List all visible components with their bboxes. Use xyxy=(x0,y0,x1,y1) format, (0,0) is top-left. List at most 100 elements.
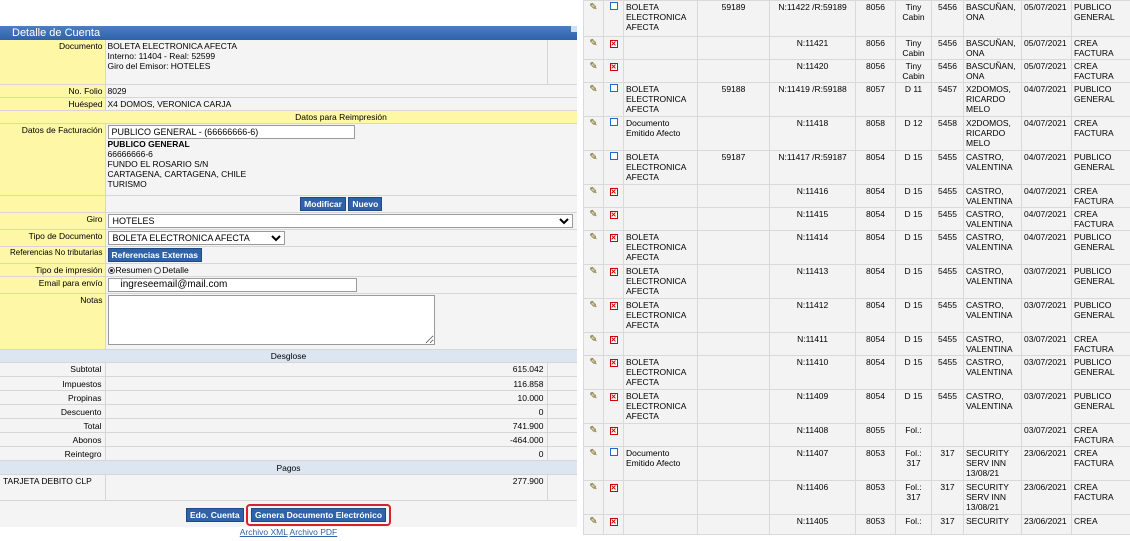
pencil-icon[interactable]: ✎ xyxy=(589,448,597,459)
pencil-icon[interactable]: ✎ xyxy=(589,209,597,220)
grid-row[interactable]: ✎ ✕ BOLETA ELECTRONICA AFECTA N:11410 8054 D … xyxy=(583,355,1130,390)
ref-cell: N:11415 xyxy=(769,207,856,231)
cancelled-x-icon[interactable]: ✕ xyxy=(609,268,618,276)
pencil-icon[interactable]: ✎ xyxy=(589,186,597,197)
grid-row[interactable]: ✎ ✕ N:11411 8054 D 15 5455 CASTRO, VALENTINA 03… xyxy=(583,332,1130,356)
grid-row[interactable]: ✎ BOLETA ELECTRONICA AFECTA 59187 N:11417 /… xyxy=(583,150,1130,185)
giro-select[interactable]: HOTELES xyxy=(107,213,573,228)
pencil-icon[interactable]: ✎ xyxy=(589,425,597,436)
archivo-xml-link[interactable]: Archivo XML xyxy=(240,527,288,537)
edit-cell: ✎ xyxy=(583,36,604,60)
pencil-icon[interactable]: ✎ xyxy=(589,357,597,368)
pagos-amount: 277.900 xyxy=(104,474,547,501)
ref-cell: N:11410 xyxy=(769,355,856,390)
action-type-cell: CREA FACTURA xyxy=(1071,59,1130,83)
checkbox-square-icon[interactable] xyxy=(609,152,618,160)
grid-row[interactable]: ✎ ✕ N:11420 8056 Tiny Cabin 5456 BASCUÑAN, ONA… xyxy=(583,59,1130,83)
code-cell: 5456 xyxy=(931,59,964,83)
grid-row[interactable]: ✎ BOLETA ELECTRONICA AFECTA 59189 N:11422 /… xyxy=(583,0,1130,37)
grid-row[interactable]: ✎ Documento Emitido Afecto N:11418 8058 D 12… xyxy=(583,116,1130,151)
cancelled-x-icon[interactable]: ✕ xyxy=(609,234,618,242)
pencil-icon[interactable]: ✎ xyxy=(589,38,597,49)
email-label: Email para envío xyxy=(0,276,105,294)
pencil-icon[interactable]: ✎ xyxy=(589,334,597,345)
pencil-icon[interactable]: ✎ xyxy=(589,118,597,129)
pencil-icon[interactable]: ✎ xyxy=(589,84,597,95)
cancelled-x-icon[interactable]: ✕ xyxy=(609,427,618,435)
pencil-icon[interactable]: ✎ xyxy=(589,61,597,72)
grid-row[interactable]: ✎ Documento Emitido Afecto N:11407 8053 Fol.… xyxy=(583,446,1130,481)
doc-type-cell: Documento Emitido Afecto xyxy=(623,446,698,481)
action-type-cell: CREA FACTURA xyxy=(1071,423,1130,447)
referencias-label: Referencias No tributarias xyxy=(0,246,105,264)
cancelled-x-icon[interactable]: ✕ xyxy=(609,63,618,71)
grid-row[interactable]: ✎ ✕ BOLETA ELECTRONICA AFECTA N:11414 8054 D … xyxy=(583,230,1130,265)
detalle-radio[interactable] xyxy=(154,266,162,274)
cancelled-x-icon[interactable]: ✕ xyxy=(609,40,618,48)
cancelled-x-icon[interactable]: ✕ xyxy=(609,393,618,401)
pencil-icon[interactable]: ✎ xyxy=(589,232,597,243)
cancelled-x-icon[interactable]: ✕ xyxy=(609,359,618,367)
num-cell: 8054 xyxy=(855,389,896,424)
checkbox-square-icon[interactable] xyxy=(609,84,618,92)
pencil-icon[interactable]: ✎ xyxy=(589,2,597,13)
huesped-value: X4 DOMOS, VERONICA CARJA xyxy=(104,97,577,111)
grid-row[interactable]: ✎ ✕ N:11405 8053 Fol.: 317 SECURITY 23/06/2021 C… xyxy=(583,514,1130,535)
archivo-pdf-link[interactable]: Archivo PDF xyxy=(290,527,338,537)
num-cell: 8058 xyxy=(855,116,896,151)
pencil-icon[interactable]: ✎ xyxy=(589,152,597,163)
edit-cell: ✎ xyxy=(583,298,604,333)
guest-cell: CASTRO, VALENTINA xyxy=(963,355,1022,390)
grid-row[interactable]: ✎ BOLETA ELECTRONICA AFECTA 59188 N:11419 /… xyxy=(583,82,1130,117)
cancelled-x-icon[interactable]: ✕ xyxy=(609,302,618,310)
nuevo-button[interactable]: Nuevo xyxy=(348,196,383,211)
tipo-doc-select[interactable]: BOLETA ELECTRONICA AFECTA xyxy=(107,230,285,245)
checkbox-square-icon[interactable] xyxy=(609,2,618,10)
grid-row[interactable]: ✎ ✕ N:11421 8056 Tiny Cabin 5456 BASCUÑAN, ONA… xyxy=(583,36,1130,60)
cancelled-x-icon[interactable]: ✕ xyxy=(609,518,618,526)
status-cell xyxy=(603,150,624,185)
room-cell: Fol.: xyxy=(895,514,932,535)
date-cell: 04/07/2021 xyxy=(1021,82,1072,117)
room-cell: D 15 xyxy=(895,389,932,424)
grid-row[interactable]: ✎ ✕ N:11406 8053 Fol.: 317 317 SECURITY SERV I… xyxy=(583,480,1130,515)
pencil-icon[interactable]: ✎ xyxy=(589,300,597,311)
grid-row[interactable]: ✎ ✕ BOLETA ELECTRONICA AFECTA N:11412 8054 D … xyxy=(583,298,1130,333)
genera-documento-button[interactable]: Genera Documento Electrónico xyxy=(250,508,387,522)
pencil-icon[interactable]: ✎ xyxy=(589,516,597,527)
notas-textarea[interactable] xyxy=(107,294,435,345)
modificar-button[interactable]: Modificar xyxy=(300,196,346,211)
detalle-label: Detalle xyxy=(162,264,189,275)
checkbox-square-icon[interactable] xyxy=(609,118,618,126)
referencias-externas-button[interactable]: Referencias Externas xyxy=(107,247,202,262)
grid-row[interactable]: ✎ ✕ N:11415 8054 D 15 5455 CASTRO, VALENTINA 04… xyxy=(583,207,1130,231)
facturacion-input[interactable] xyxy=(107,124,355,139)
grid-row[interactable]: ✎ ✕ BOLETA ELECTRONICA AFECTA N:11413 8054 D … xyxy=(583,264,1130,299)
resumen-radio[interactable] xyxy=(107,266,115,274)
date-cell: 23/06/2021 xyxy=(1021,480,1072,515)
cancelled-x-icon[interactable]: ✕ xyxy=(609,484,618,492)
pencil-icon[interactable]: ✎ xyxy=(589,482,597,493)
grid-row[interactable]: ✎ ✕ BOLETA ELECTRONICA AFECTA N:11409 8054 D … xyxy=(583,389,1130,424)
grid-row[interactable]: ✎ ✕ N:11416 8054 D 15 5455 CASTRO, VALENTINA 04… xyxy=(583,184,1130,208)
descuento-label: Descuento xyxy=(0,404,105,419)
cancelled-x-icon[interactable]: ✕ xyxy=(609,336,618,344)
pencil-icon[interactable]: ✎ xyxy=(589,391,597,402)
cancelled-x-icon[interactable]: ✕ xyxy=(609,211,618,219)
grid-row[interactable]: ✎ ✕ N:11408 8055 Fol.: 03/07/2021 CREA FACTURA xyxy=(583,423,1130,447)
checkbox-square-icon[interactable] xyxy=(609,448,618,456)
email-cell xyxy=(104,276,577,294)
num-cell: 8053 xyxy=(855,446,896,481)
email-input[interactable] xyxy=(107,277,357,292)
folio-cell: 59189 xyxy=(697,0,770,37)
date-cell: 23/06/2021 xyxy=(1021,446,1072,481)
pencil-icon[interactable]: ✎ xyxy=(589,266,597,277)
pagos-header: Pagos xyxy=(0,460,577,475)
folio-cell xyxy=(697,298,770,333)
edo-cuenta-button[interactable]: Edo. Cuenta xyxy=(185,508,244,522)
folio-cell xyxy=(697,423,770,447)
cancelled-x-icon[interactable]: ✕ xyxy=(609,188,618,196)
folio-cell xyxy=(697,446,770,481)
ref-cell: N:11422 /R:59189 xyxy=(769,0,856,37)
num-cell: 8057 xyxy=(855,82,896,117)
